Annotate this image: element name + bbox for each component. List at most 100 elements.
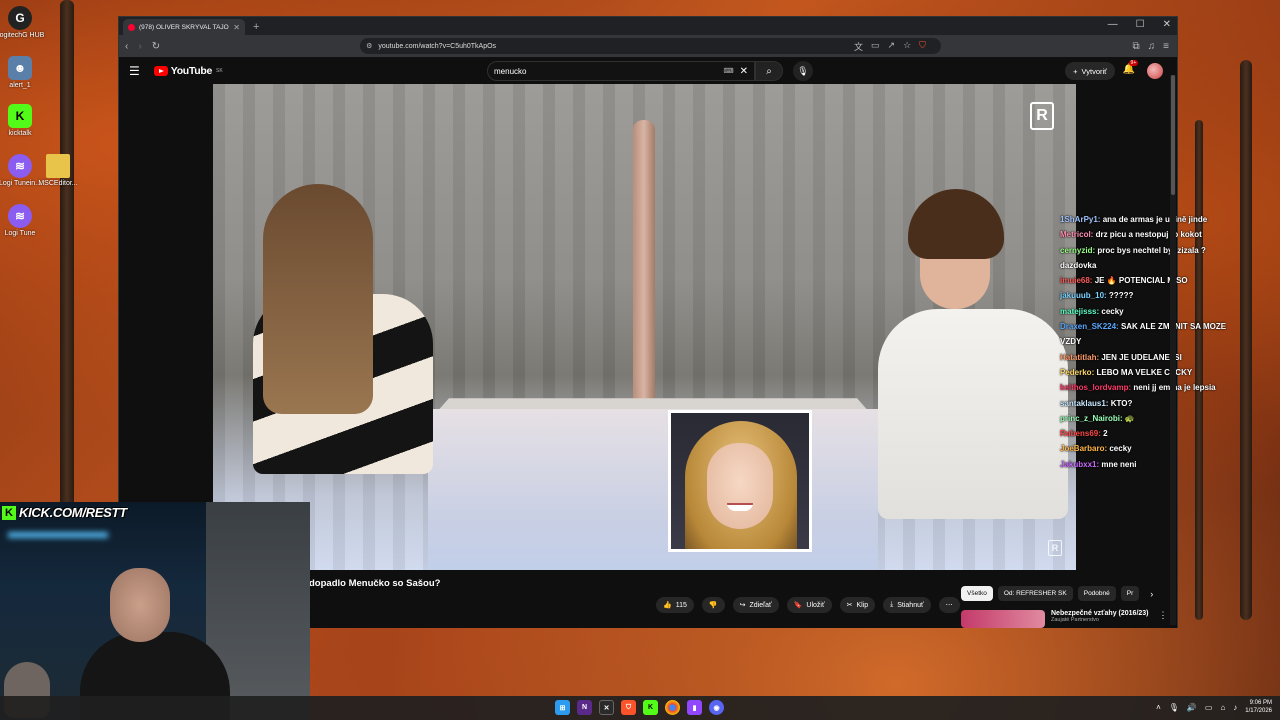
search-input[interactable]: menucko ⌨ ✕ [487,61,755,81]
reload-icon[interactable]: ↻ [152,41,160,52]
browser-tab[interactable]: (978) OLIVER SKRÝVAL TAJOMST ✕ [123,19,245,35]
chat-message: Hatatitlah: JEN JE UDELANEJSI [1060,350,1230,365]
cast-icon[interactable]: ▭ [871,40,880,53]
recommended-thumbnail[interactable] [961,610,1045,628]
like-button[interactable]: 👍 115 [656,597,694,613]
chat-text: KTO? [1110,398,1133,408]
scissors-icon: ✂ [846,602,853,609]
kick-icon[interactable]: K [643,700,658,715]
kick-icon: K [8,104,32,128]
desktop-icon-msceditor[interactable]: MSCEditor... [38,154,78,188]
streamer-webcam [0,502,310,720]
clock-time: 9:06 PM [1249,700,1272,706]
download-button[interactable]: ⤓ Stiahnuť [883,597,931,613]
site-info-icon[interactable]: ⚙ [366,42,372,50]
desktop-icon-logi-tune[interactable]: ≋ Logi Tune [0,204,40,238]
desktop-icon-alert[interactable]: ☻ alert_1 [0,56,40,90]
microphone-icon[interactable]: 🎙 [1169,703,1179,712]
display-icon[interactable]: ▭ [1205,703,1213,712]
keyboard-icon[interactable]: ⌨ [724,67,734,75]
window-controls: — ☐ ✕ [1108,19,1171,30]
page-scrollbar[interactable] [1170,75,1176,625]
share-button[interactable]: ↪ Zdieľať [732,597,779,613]
more-icon: ⋯ [945,602,953,609]
clip-button[interactable]: ✂ Klip [839,597,876,613]
network-icon[interactable]: ⌂ [1220,703,1225,712]
bookmark-star-icon[interactable]: ☆ [903,40,911,53]
microphone-icon: 🎙 [797,65,809,76]
chat-username: Draxen_SK224: [1060,322,1119,332]
volume-icon[interactable]: 🔊 [1187,703,1197,712]
folder-icon [46,154,70,178]
chip-channel[interactable]: Od: REFRESHER SK [997,586,1073,601]
clip-label: Klip [856,601,869,609]
chat-text: mne neni [1101,459,1137,469]
chip-related[interactable]: Podobné [1077,586,1116,601]
translate-icon[interactable]: 文 [854,40,863,53]
taskbar-apps: ⊞ N ✕ ⛉ K ▮ ◉ [555,700,724,715]
desktop-icon-kicktalk[interactable]: K kicktalk [0,104,40,138]
chat-text: ana de armas je upině jinde [1102,215,1208,224]
notifications-button[interactable]: 🔔 9+ [1123,60,1139,75]
logitech-g-icon: G [8,6,32,30]
chat-username: princ_z_Nairobi: [1060,413,1123,423]
chat-username: kelthos_lordvamp: [1060,383,1132,393]
close-tab-icon[interactable]: ✕ [233,23,240,32]
youtube-logo[interactable]: YouTube SK [153,65,223,77]
maximize-icon[interactable]: ☐ [1136,19,1145,30]
chat-message: kelthos_lordvamp: neni jj emma je lepsia [1060,380,1230,395]
share-page-icon[interactable]: ↗ [888,40,896,53]
chat-username: Pederko: [1060,367,1095,377]
voice-search-button[interactable]: 🎙 [793,61,813,81]
minimize-icon[interactable]: — [1108,19,1118,30]
windows-start-icon[interactable]: ⊞ [555,700,570,715]
desktop-icon-logitech[interactable]: G LogitechG HUB [0,6,44,40]
chat-text: drz picu a nestopuj to kokot [1095,230,1202,240]
refresher-logo-icon: R [1030,102,1054,130]
app-x-icon[interactable]: ✕ [599,700,614,715]
media-icon[interactable]: ♫ [1148,41,1156,52]
speaker-icon[interactable]: ♪ [1233,703,1237,712]
avatar[interactable] [1147,63,1163,79]
create-button[interactable]: + Vytvoriť [1065,62,1115,80]
chevron-up-icon[interactable]: ˄ [1156,703,1161,712]
video-player[interactable]: R R [213,84,1076,570]
clock[interactable]: 9:06 PM 1/17/2026 [1245,699,1272,715]
chip-more[interactable]: Pr [1120,586,1140,601]
discord-icon[interactable]: ◉ [709,700,724,715]
more-options-icon[interactable]: ⋮ [1159,610,1168,628]
chip-all[interactable]: Všetko [961,586,993,601]
hamburger-menu-icon[interactable]: ☰ [129,64,140,78]
more-actions-button[interactable]: ⋯ [938,597,960,613]
back-icon[interactable]: ‹ [125,41,128,52]
desktop-icon-logi-tunein[interactable]: ≋ Logi Tunein... [0,154,41,188]
app-next-icon[interactable]: N [577,700,592,715]
chat-message: jakuuub_10: ????? [1060,288,1230,303]
thumbs-up-icon: 👍 [663,602,672,609]
extensions-icon[interactable]: ⧉ [1133,41,1140,52]
twitch-icon[interactable]: ▮ [687,700,702,715]
chat-username: Hatatitlah: [1060,352,1100,362]
search-button[interactable]: ⌕ [755,61,783,81]
chat-username: jakuuub_10: [1060,291,1107,301]
chat-username: Rubens69: [1060,429,1101,439]
youtube-favicon-icon [128,23,135,31]
stream-chat-overlay: 1ShArPy1: ana de armas je upině jinde Met… [1060,212,1230,472]
recommended-video[interactable]: Nebezpečné vzťahy (2016/23) Zaujaté Part… [961,610,1168,628]
clear-search-icon[interactable]: ✕ [740,66,748,77]
menu-icon[interactable]: ≡ [1163,41,1169,52]
share-label: Zdieľať [749,601,772,609]
brave-shield-icon[interactable]: ⛉ [919,40,926,53]
brave-browser-icon[interactable]: ⛉ [621,700,636,715]
new-tab-button[interactable]: + [253,19,259,35]
search-query: menucko [494,66,527,76]
forward-icon[interactable]: › [138,41,141,52]
dislike-button[interactable]: 👎 [701,597,725,613]
tree-trunk [60,0,74,520]
chrome-icon[interactable] [665,700,680,715]
recommended-channel: Zaujaté Partnerstvo [1051,617,1099,623]
logi-tune-icon: ≋ [8,204,32,228]
close-window-icon[interactable]: ✕ [1163,19,1171,30]
chevron-right-icon[interactable]: › [1150,589,1153,599]
save-button[interactable]: 🔖 Uložiť [786,597,832,613]
